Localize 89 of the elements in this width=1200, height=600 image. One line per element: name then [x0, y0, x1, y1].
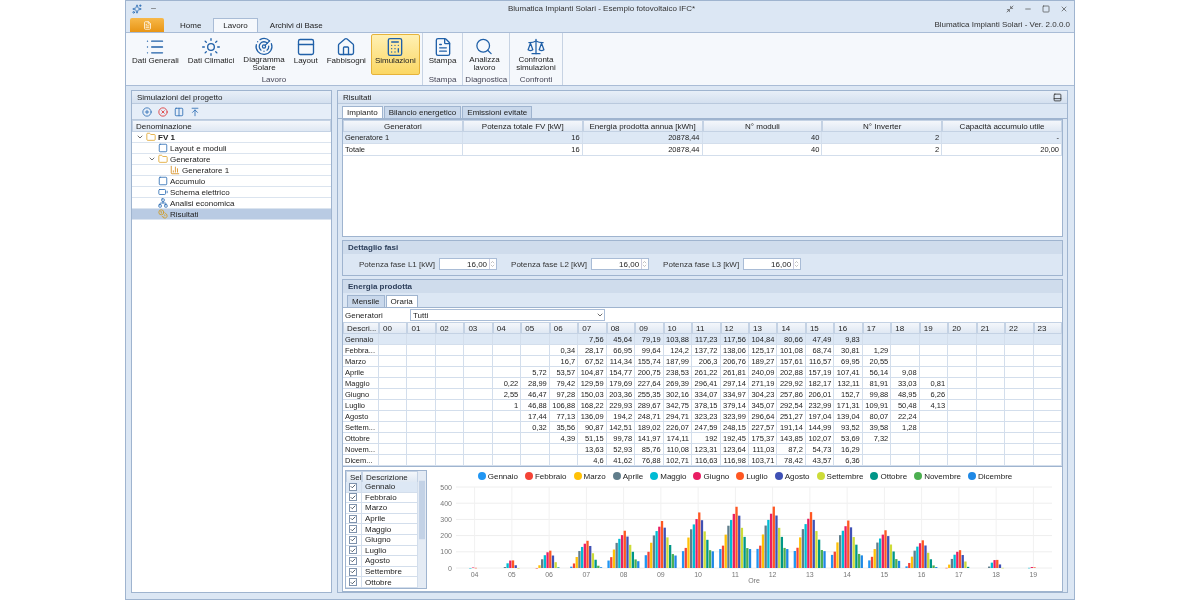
legend-item: Giugno: [693, 471, 730, 481]
column-header[interactable]: 04: [492, 322, 522, 334]
tree-item[interactable]: Generatore 1: [132, 165, 331, 176]
legend-item: Settembre: [816, 471, 864, 481]
legend-item: Gennaio: [477, 471, 518, 481]
ribbon-button[interactable]: Layout: [289, 34, 322, 75]
tree-item[interactable]: Analisi economica: [132, 198, 331, 209]
number-field[interactable]: 16,00: [439, 258, 498, 270]
legend-item: Febbraio: [524, 471, 567, 481]
field-label: Potenza fase L2 [kW]: [511, 259, 588, 269]
column-header[interactable]: Denominazione: [132, 120, 331, 132]
number-field[interactable]: 16,00: [591, 258, 650, 270]
column-header[interactable]: 22: [1005, 322, 1034, 334]
group-label: Confronti: [518, 75, 554, 85]
tree-item[interactable]: Accumulo: [132, 176, 331, 187]
column-header[interactable]: 17: [862, 322, 892, 334]
ribbon-button[interactable]: Dati Climatici: [183, 34, 239, 75]
legend-item: Ottobre: [870, 471, 908, 481]
tab[interactable]: Impianto: [342, 106, 383, 118]
ribbon-button[interactable]: Diagramma Solare: [239, 34, 289, 75]
column-header[interactable]: N° Inverter: [822, 120, 943, 132]
ribbon-button[interactable]: Dati Generali: [128, 34, 183, 75]
group-label: Lavoro: [260, 75, 288, 85]
column-header[interactable]: 03: [464, 322, 493, 334]
window-title: Blumatica Impianti Solari - Esempio fotovoltaico IFC*: [506, 4, 697, 13]
number-field[interactable]: 16,00: [743, 258, 802, 270]
ribbon-button[interactable]: Stampa: [424, 34, 461, 75]
column-header[interactable]: 00: [379, 322, 408, 334]
column-header[interactable]: 19: [919, 322, 949, 334]
ribbon-button[interactable]: Analizza lavoro: [465, 34, 504, 75]
column-header[interactable]: 21: [976, 322, 1006, 334]
column-header[interactable]: 09: [635, 322, 664, 334]
column-header[interactable]: Descri...: [343, 322, 379, 334]
column-header[interactable]: Sel: [346, 471, 362, 483]
ribbon-button[interactable]: Confronta simulazioni: [512, 34, 560, 75]
column-header[interactable]: Descrizione: [362, 471, 418, 483]
legend-item: Aprile: [612, 471, 644, 481]
legend-item: Novembre: [914, 471, 962, 481]
ribbon-tab[interactable]: Lavoro: [213, 18, 258, 32]
ribbon-tab[interactable]: Archivi di Base: [259, 18, 333, 32]
column-header[interactable]: 12: [720, 322, 749, 334]
column-header[interactable]: N° moduli: [702, 120, 823, 132]
column-header[interactable]: 08: [606, 322, 636, 334]
column-header[interactable]: 11: [692, 322, 721, 334]
field-label: Generatori: [345, 310, 384, 320]
column-header[interactable]: 06: [549, 322, 579, 334]
legend-item: Marzo: [573, 471, 606, 481]
tree-item[interactable]: Generatore: [132, 154, 331, 165]
column-header[interactable]: 13: [748, 322, 778, 334]
tree-item[interactable]: FV 1: [132, 132, 331, 143]
column-header[interactable]: 07: [578, 322, 607, 334]
column-header[interactable]: 02: [435, 322, 465, 334]
tab[interactable]: Oraria: [385, 295, 418, 307]
column-header[interactable]: Capacità accumulo utile: [942, 120, 1062, 132]
legend-item: Luglio: [736, 471, 768, 481]
dropdown[interactable]: Tutti: [410, 309, 605, 321]
legend-item: Maggio: [650, 471, 687, 481]
group-label: Stampa: [427, 75, 458, 85]
group-title: Energia prodotta: [343, 280, 1062, 293]
column-header[interactable]: Energia prodotta annua [kWh]: [582, 120, 703, 132]
panel-title: Risultati: [343, 91, 372, 104]
ribbon-tab[interactable]: Home: [170, 18, 212, 32]
version-label: Blumatica Impianti Solari - Ver. 2.0.0.0: [934, 19, 1070, 29]
ribbon-button[interactable]: Simulazioni: [370, 34, 420, 75]
tab[interactable]: Emissioni evitate: [462, 106, 533, 118]
tree-item[interactable]: Risultati: [132, 209, 331, 220]
tree-item[interactable]: Schema elettrico: [132, 187, 331, 198]
legend-item: Agosto: [774, 471, 810, 481]
column-header[interactable]: Generatori: [343, 120, 463, 132]
tab[interactable]: Bilancio energetico: [383, 106, 462, 118]
column-header[interactable]: Potenza totale FV [kW]: [462, 120, 583, 132]
field-label: Potenza fase L3 [kW]: [663, 259, 740, 269]
column-header[interactable]: 18: [891, 322, 920, 334]
column-header[interactable]: 14: [777, 322, 806, 334]
column-header[interactable]: 10: [663, 322, 693, 334]
column-header[interactable]: 20: [948, 322, 977, 334]
ribbon-button[interactable]: Fabbisogni: [322, 34, 370, 75]
group-title: Dettaglio fasi: [343, 241, 1062, 254]
column-header[interactable]: 15: [805, 322, 835, 334]
panel-title: Simulazioni del progetto: [132, 91, 331, 104]
column-header[interactable]: 01: [407, 322, 436, 334]
field-label: Potenza fase L1 [kW]: [359, 259, 436, 269]
legend-item: Dicembre: [968, 471, 1013, 481]
tree-item[interactable]: Layout e moduli: [132, 143, 331, 154]
column-header[interactable]: 23: [1033, 322, 1062, 334]
tab[interactable]: Mensile: [347, 295, 385, 307]
column-header[interactable]: 05: [521, 322, 550, 334]
group-label: Diagnostica: [465, 75, 508, 85]
column-header[interactable]: 16: [834, 322, 863, 334]
